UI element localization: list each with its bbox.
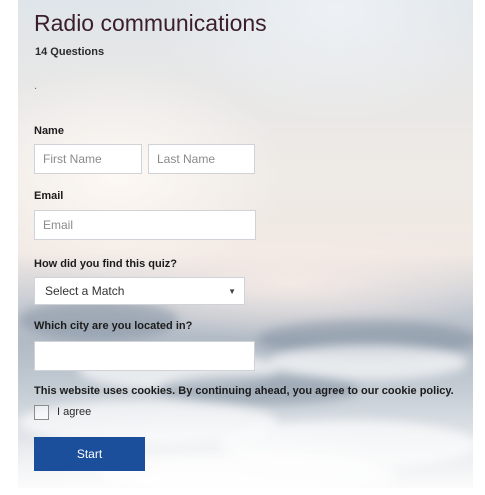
question-count: 14 Questions xyxy=(35,46,105,58)
source-select-value: Select a Match xyxy=(45,284,125,298)
first-name-input[interactable] xyxy=(34,144,142,174)
source-label: How did you find this quiz? xyxy=(34,258,177,270)
quiz-title: Radio communications xyxy=(34,10,267,36)
quiz-description: . xyxy=(34,80,38,92)
chevron-down-icon: ▼ xyxy=(228,287,236,296)
city-input[interactable] xyxy=(34,341,255,371)
city-label: Which city are you located in? xyxy=(34,320,193,332)
agree-label[interactable]: I agree xyxy=(57,406,91,418)
last-name-input[interactable] xyxy=(148,144,255,174)
agree-checkbox[interactable] xyxy=(34,405,49,420)
cookie-notice: This website uses cookies. By continuing… xyxy=(34,385,454,397)
source-select[interactable]: Select a Match ▼ xyxy=(34,277,245,305)
start-button-label: Start xyxy=(76,447,103,461)
email-label: Email xyxy=(34,190,64,202)
email-input[interactable] xyxy=(34,210,256,240)
start-button[interactable]: Start xyxy=(34,437,145,471)
name-label: Name xyxy=(34,125,64,137)
